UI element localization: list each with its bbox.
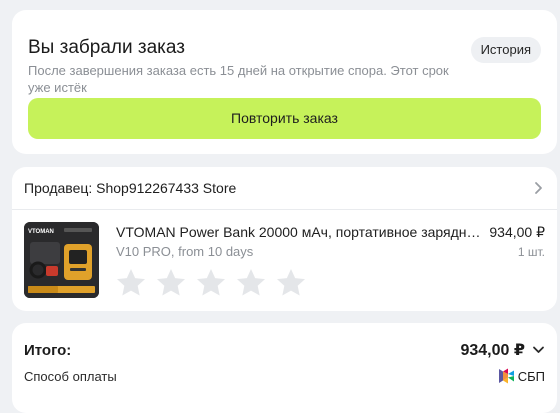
chevron-right-icon: [535, 182, 542, 194]
total-label: Итого:: [24, 342, 72, 359]
chevron-down-icon[interactable]: [532, 343, 545, 356]
payment-method-name: СБП: [517, 368, 545, 384]
product-quantity: 1 шт.: [517, 245, 545, 259]
star-icon[interactable]: [275, 267, 307, 299]
product-title[interactable]: VTOMAN Power Bank 20000 мАч, портативное…: [116, 224, 482, 240]
sbp-logo-icon: [498, 368, 514, 384]
payment-method-label: Способ оплаты: [24, 369, 117, 384]
product-thumbnail[interactable]: VTOMAN: [24, 222, 99, 298]
total-value[interactable]: 934,00 ₽: [460, 340, 525, 360]
payment-method: СБП: [498, 367, 545, 385]
power-bank-image: VTOMAN: [24, 222, 99, 298]
seller-row[interactable]: Продавец: Shop912267433 Store: [12, 167, 557, 210]
dispute-expired-note: После завершения заказа есть 15 дней на …: [28, 63, 449, 95]
seller-name: Продавец: Shop912267433 Store: [24, 180, 237, 196]
rating-stars: [115, 267, 307, 299]
star-icon[interactable]: [235, 267, 267, 299]
product-price: 934,00 ₽: [489, 224, 545, 240]
thumb-brand-text: VTOMAN: [28, 229, 54, 235]
order-details-card: Продавец: Shop912267433 Store VTOMAN VTO…: [12, 167, 557, 311]
star-icon[interactable]: [155, 267, 187, 299]
star-icon[interactable]: [195, 267, 227, 299]
history-button[interactable]: История: [470, 37, 541, 63]
product-variant: V10 PRO, from 10 days: [116, 244, 254, 259]
order-status-card: Вы забрали заказ История После завершени…: [12, 10, 557, 154]
star-icon[interactable]: [115, 267, 147, 299]
repeat-order-button[interactable]: Повторить заказ: [28, 98, 541, 139]
order-status-title: Вы забрали заказ: [28, 37, 185, 58]
